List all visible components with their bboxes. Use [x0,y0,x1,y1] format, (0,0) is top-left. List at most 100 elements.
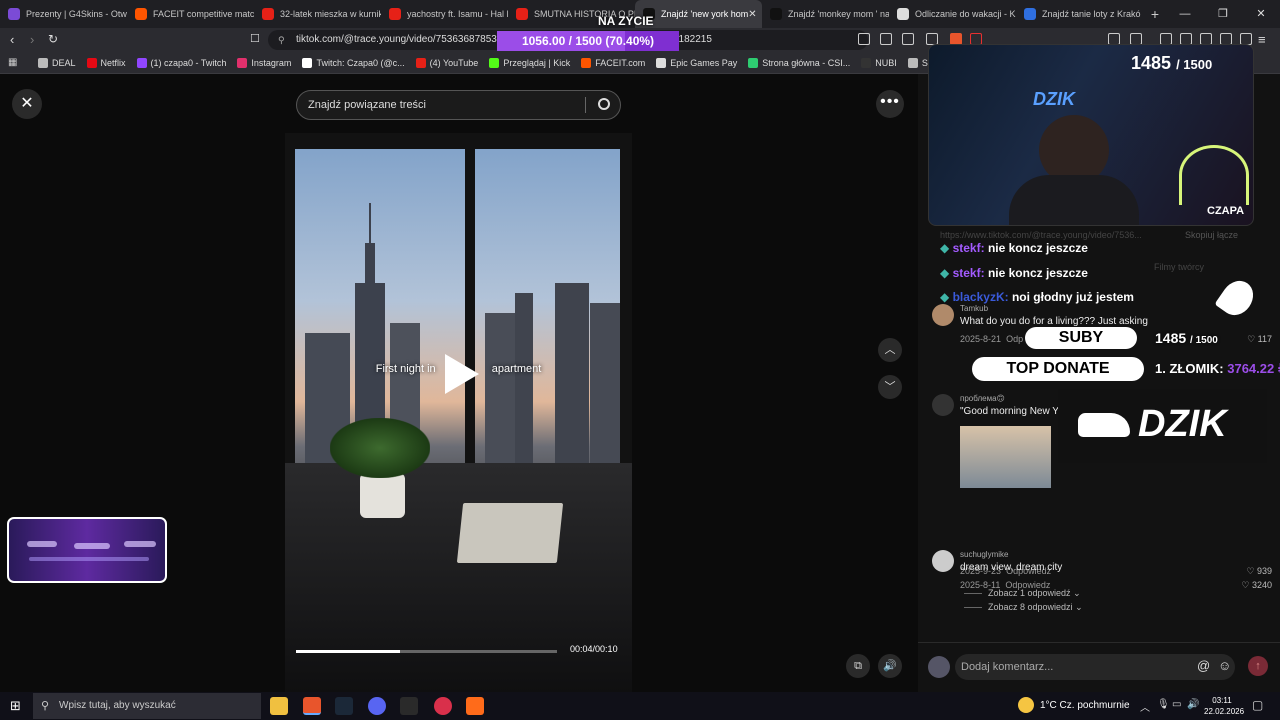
bookmark-item[interactable]: Epic Games Pay [656,57,738,68]
dzik-banner: DZIK [1058,389,1267,463]
browser-tab[interactable]: yachostry ft. Isamu - Hal D [381,0,508,28]
bookmark-item[interactable]: FACEIT.com [581,57,645,68]
like-button[interactable]: ♡ 3240 [1241,580,1272,591]
bookmark-item[interactable]: Twitch: Czapa0 (@c... [302,57,405,68]
see-replies-button[interactable]: Zobacz 8 odpowiedzi ⌄ [964,602,1083,613]
like-button[interactable]: ♡ 939 [1246,566,1272,577]
network-icon[interactable]: ▭ [1172,699,1181,710]
discord-icon[interactable] [368,697,386,715]
bookmark-item[interactable]: (1) czapa0 - Twitch [136,57,226,68]
restore-button[interactable]: ❐ [1204,0,1242,28]
translate-icon[interactable] [880,33,892,45]
bookmark-item[interactable]: Netflix [86,57,126,68]
reply-button[interactable]: Odpowiedz [1005,580,1050,590]
speaker-icon[interactable]: 🔊 [1187,699,1199,710]
bookmark-icon[interactable]: ☐ [250,32,260,45]
commenter-name[interactable]: Tamkub [960,304,988,313]
reload-icon[interactable]: ↻ [48,32,58,46]
extension-icon[interactable] [858,33,870,45]
comment-image[interactable] [960,426,1051,488]
window-frame [465,133,475,463]
bookmark-list: DEAL Netflix (1) czapa0 - Twitch Instagram T… [38,57,1023,68]
browser-tab[interactable]: Prezenty | G4Skins - Otwie [0,0,127,28]
steam-icon[interactable] [335,697,353,715]
browser-tab[interactable]: Odliczanie do wakacji - K [889,0,1016,28]
site-info-icon[interactable]: ⚲ [278,30,285,50]
tab-label: Odliczanie do wakacji - K [915,9,1016,19]
cam-label: CZAPA [1207,205,1245,217]
commenter-name[interactable]: проблема🙃 [960,394,1005,403]
post-comment-button[interactable]: ↑ [1248,656,1268,676]
browser-tab[interactable]: Znajdź 'new york hom ✕ [635,0,762,28]
weather-icon[interactable] [1018,697,1034,713]
obs-icon[interactable] [434,697,452,715]
window-frame [285,133,295,463]
epic-games-icon[interactable] [400,697,418,715]
browser-tab[interactable]: 32-latek mieszka w kurnik [254,0,381,28]
bookmark-item[interactable]: DEAL [38,57,76,68]
reply-button[interactable]: Odp [1006,334,1023,344]
bookmark-item[interactable]: Strona główna - CSI... [748,57,850,68]
boar-icon [1078,413,1130,437]
windows-start-icon[interactable]: ⊞ [10,698,21,714]
browser-tab[interactable]: Znajdź tanie loty z Krakó [1016,0,1143,28]
apps-grid-icon[interactable]: ▦ [8,57,17,68]
close-window-button[interactable]: ✕ [1242,0,1280,28]
bookmark-label: Epic Games Pay [670,57,738,68]
emoji-icon[interactable]: ☺ [1218,658,1231,673]
url-text: tiktok.com/@trace.young/video/7536368785… [296,34,508,45]
tab-favicon-icon [770,8,782,20]
browser-tab[interactable]: FACEIT competitive match [127,0,254,28]
faceit-icon[interactable] [466,697,484,715]
bookmark-item[interactable]: Przeglądaj | Kick [489,57,570,68]
minimize-button[interactable]: — [1166,0,1204,28]
forward-icon[interactable]: › [30,32,34,47]
commenter-avatar[interactable] [932,304,954,326]
search-icon[interactable] [598,98,610,110]
play-icon[interactable] [445,354,479,394]
weather-text[interactable]: 1°C Cz. pochmurnie [1040,700,1130,711]
comment-text: "Good morning New Y [960,406,1059,417]
notifications-icon[interactable]: ▢ [1252,698,1263,712]
close-video-button[interactable]: ✕ [12,89,42,119]
widget-glow [74,543,110,549]
volume-button[interactable]: 🔊 [878,654,902,678]
creator-videos-tab[interactable]: Filmy twórcy [1154,262,1204,272]
menu-icon[interactable]: ≡ [1258,32,1266,47]
taskbar-search-input[interactable]: ⚲ Wpisz tutaj, aby wyszukać [33,693,261,719]
close-tab-icon[interactable]: ✕ [748,9,756,20]
like-button[interactable]: ♡ 117 [1247,334,1272,345]
bookmark-item[interactable]: NUBI [861,57,897,68]
next-video-button[interactable]: ﹀ [878,375,902,399]
comment-input[interactable]: Dodaj komentarz... [955,654,1235,680]
mention-icon[interactable]: @ [1197,658,1210,673]
video-progress-bar[interactable] [296,650,557,653]
more-options-button[interactable]: ••• [876,90,904,118]
new-tab-button[interactable]: + [1143,6,1167,22]
volume-icon: 🔊 [883,660,897,672]
comment-text: What do you do for a living??? Just aski… [960,316,1148,327]
commenter-avatar[interactable] [932,550,954,572]
bookmark-icon [489,57,500,68]
related-search-input[interactable]: Znajdź powiązane treści [296,90,621,120]
copy-link-button[interactable]: Skopiuj łącze [1185,230,1238,240]
chat-text: noi głodny już jestem [1011,290,1134,304]
bookmark-item[interactable]: (4) YouTube [415,57,478,68]
file-explorer-icon[interactable] [270,697,288,715]
tab-label: Prezenty | G4Skins - Otwie [26,9,127,19]
commenter-avatar[interactable] [932,394,954,416]
tab-label: Znajdź tanie loty z Krakó [1042,9,1141,19]
browser-tab[interactable]: Znajdź 'monkey mom ' na [762,0,889,28]
tray-chevron-icon[interactable]: ︿ [1140,699,1150,714]
video-player[interactable]: First night in apartment 00:04/00:10 [285,133,632,693]
system-clock[interactable]: 03:11 22.02.2026 [1204,695,1244,717]
mini-player-button[interactable]: ⧉ [846,654,870,678]
bookmark-item[interactable]: Instagram [237,57,291,68]
brave-browser-icon[interactable] [303,697,321,715]
microphone-icon[interactable]: 🎙 [1157,699,1170,710]
previous-video-button[interactable]: ︿ [878,338,902,362]
cast-icon[interactable] [902,33,914,45]
back-icon[interactable]: ‹ [10,32,14,47]
streamer-webcam: DZIK 1485 / 1500 CZAPA [928,44,1254,226]
commenter-name[interactable]: suchuglymike [960,550,1008,559]
